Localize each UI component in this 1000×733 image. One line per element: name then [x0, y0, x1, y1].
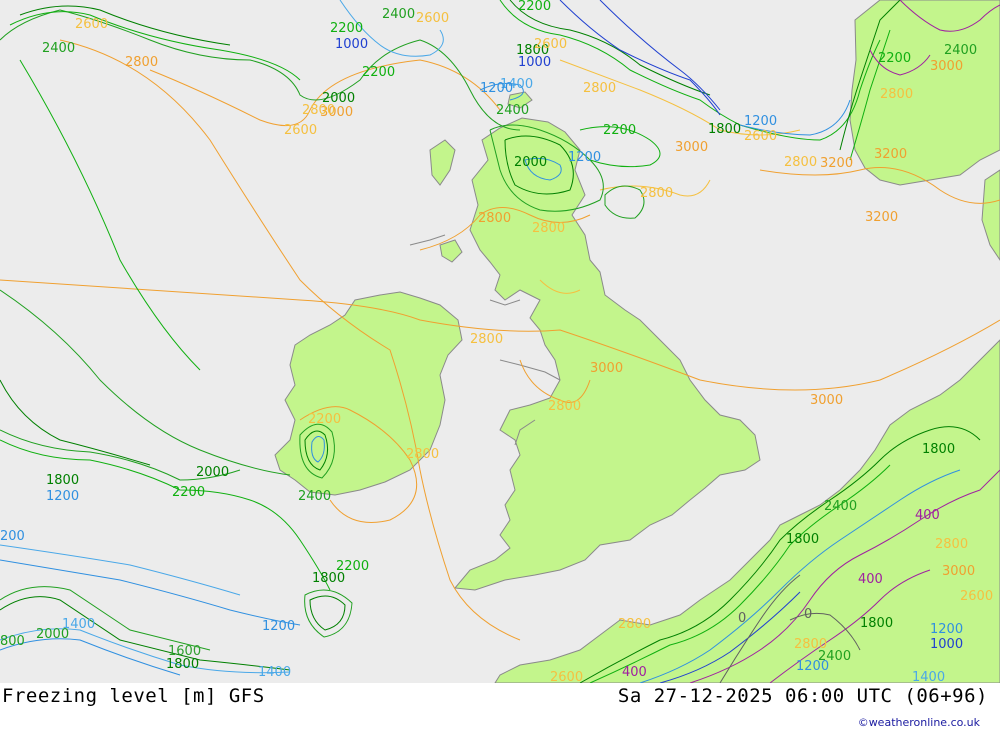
label-2800: 2800	[548, 399, 581, 414]
label-1800: 1800	[708, 122, 741, 137]
label-1400: 1400	[258, 665, 291, 680]
label-400: 400	[858, 572, 883, 587]
label-2000: 2000	[514, 155, 547, 170]
label-2400: 2400	[824, 499, 857, 514]
label-800: 800	[0, 634, 25, 649]
label-2400: 2400	[496, 103, 529, 118]
label-2200: 2200	[362, 65, 395, 80]
label-3000: 3000	[942, 564, 975, 579]
label-1000: 1000	[930, 637, 963, 652]
label-3200: 3200	[865, 210, 898, 225]
label-2800: 2800	[470, 332, 503, 347]
label-2600: 2600	[416, 11, 449, 26]
norway-land	[849, 0, 1000, 186]
label-2600: 2600	[960, 589, 993, 604]
label-2000: 2000	[196, 465, 229, 480]
label-0: 0	[804, 607, 812, 622]
label-2600: 2600	[744, 129, 777, 144]
label-2400: 2400	[42, 41, 75, 56]
label-2400: 2400	[944, 43, 977, 58]
label-3200: 3200	[874, 147, 907, 162]
label-2800: 2800	[406, 447, 439, 462]
label-1800: 1800	[46, 473, 79, 488]
label-2800: 2800	[880, 87, 913, 102]
label-1200: 1200	[46, 489, 79, 504]
label-2800: 2800	[532, 221, 565, 236]
label-1800: 1800	[860, 616, 893, 631]
label-1200: 1200	[796, 659, 829, 674]
label-0: 0	[738, 611, 746, 626]
map-footer: Freezing level [m] GFS Sa 27-12-2025 06:…	[0, 683, 1000, 733]
label-2800: 2200	[308, 412, 341, 427]
label-2800: 2800	[302, 103, 335, 118]
label-2200: 2200	[336, 559, 369, 574]
label-400: 400	[622, 665, 647, 680]
label-2600: 2600	[75, 17, 108, 32]
label-1400: 1400	[912, 670, 945, 683]
label-1200: 1200	[930, 622, 963, 637]
forecast-datetime: Sa 27-12-2025 06:00 UTC (06+96)	[617, 685, 988, 707]
label-2200: 2200	[603, 123, 636, 138]
label-1800: 1800	[166, 657, 199, 672]
label-1200: 1200	[262, 619, 295, 634]
label-3000: 3000	[590, 361, 623, 376]
label-1000: 1000	[335, 37, 368, 52]
label-2800: 2800	[784, 155, 817, 170]
label-400: 400	[915, 508, 940, 523]
label-1000: 1000	[518, 55, 551, 70]
label-2800: 2800	[125, 55, 158, 70]
label-2200: 2200	[878, 51, 911, 66]
map-title: Freezing level [m] GFS	[2, 685, 265, 707]
label-2400: 2400	[298, 489, 331, 504]
label-2600: 2600	[284, 123, 317, 138]
label-1200: 1200	[744, 114, 777, 129]
label-2000: 2000	[36, 627, 69, 642]
label-3000: 2800	[478, 211, 511, 226]
freezing-level-map: 2600 2400 2800 2200 2400 2600 1000 2200 …	[0, 0, 1000, 683]
label-1200: 1200	[480, 81, 513, 96]
label-2800: 2800	[618, 617, 651, 632]
label-2200: 2200	[518, 0, 551, 14]
label-1800: 1800	[786, 532, 819, 547]
label-3000: 3000	[930, 59, 963, 74]
label-2400: 2400	[382, 7, 415, 22]
credit-link[interactable]: ©weatheronline.co.uk	[858, 716, 980, 729]
label-3000: 3000	[810, 393, 843, 408]
label-1800: 1800	[922, 442, 955, 457]
label-2800: 2800	[583, 81, 616, 96]
label-3000: 3000	[675, 140, 708, 155]
label-2200: 2200	[172, 485, 205, 500]
label-3200: 3200	[820, 156, 853, 171]
label-2800: 2800	[640, 186, 673, 201]
label-1200: 1200	[568, 150, 601, 165]
label-2200: 2200	[330, 21, 363, 36]
label-2600: 2600	[534, 37, 567, 52]
label-2800: 2800	[935, 537, 968, 552]
label-2600: 2600	[550, 670, 583, 683]
label-200: 200	[0, 529, 25, 544]
